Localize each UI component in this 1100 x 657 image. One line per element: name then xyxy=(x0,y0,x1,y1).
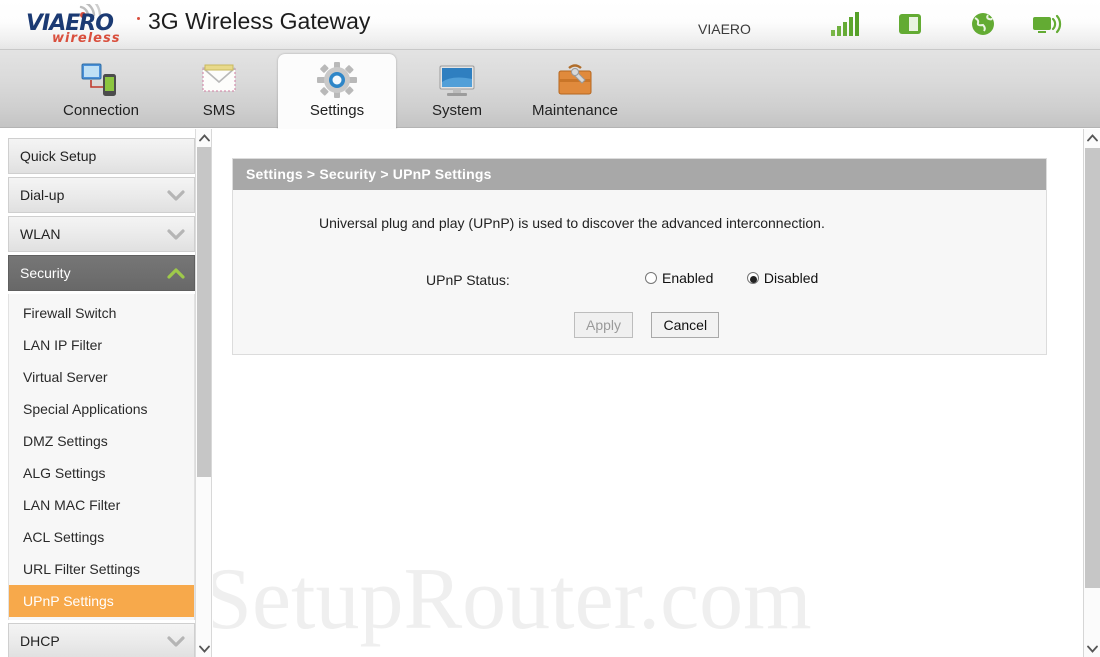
tab-maintenance[interactable]: Maintenance xyxy=(516,54,634,128)
toolbox-icon xyxy=(553,60,597,100)
sidebar-item-special-applications[interactable]: Special Applications xyxy=(9,393,194,425)
viaero-logo: VIAERO wireless xyxy=(26,4,144,46)
chevron-up-icon xyxy=(199,133,210,141)
content-scrollbar[interactable] xyxy=(1083,129,1100,657)
radio-label-disabled: Disabled xyxy=(763,270,819,286)
panel-body: Universal plug and play (UPnP) is used t… xyxy=(233,190,1046,354)
chevron-down-icon xyxy=(167,229,185,240)
sidebar-subitems-security: Firewall Switch LAN IP Filter Virtual Se… xyxy=(8,294,195,620)
sidebar-group-dhcp-label: DHCP xyxy=(20,633,60,649)
radio-option-enabled[interactable]: Enabled xyxy=(645,270,713,286)
tab-sms[interactable]: SMS xyxy=(160,54,278,128)
sidebar-group-dial-up-label: Dial-up xyxy=(20,187,65,203)
sidebar-scroll-thumb[interactable] xyxy=(197,147,212,477)
devices-icon xyxy=(79,60,123,100)
sidebar-group-quick-setup-label: Quick Setup xyxy=(20,148,97,164)
sim-card-icon xyxy=(899,14,921,34)
globe-icon xyxy=(972,13,994,35)
logo-tagline: wireless xyxy=(52,31,121,46)
chevron-down-icon xyxy=(167,190,185,201)
radio-label-enabled: Enabled xyxy=(662,270,714,286)
upnp-status-radio-group: Enabled Disabled xyxy=(645,270,847,288)
sidebar-group-wlan[interactable]: WLAN xyxy=(8,216,195,252)
radio-dot-disabled xyxy=(746,272,759,284)
sidebar-item-label: LAN IP Filter xyxy=(23,337,103,353)
gear-icon xyxy=(315,60,359,100)
tab-sms-label: SMS xyxy=(202,102,236,119)
monitor-icon xyxy=(435,60,479,100)
content-scroll-down-button[interactable] xyxy=(1084,640,1100,657)
sidebar-group-dial-up[interactable]: Dial-up xyxy=(8,177,195,213)
breadcrumb: Settings > Security > UPnP Settings xyxy=(233,159,1046,190)
status-icon-tray xyxy=(828,8,1068,42)
upnp-description: Universal plug and play (UPnP) is used t… xyxy=(319,215,825,231)
upnp-status-label: UPnP Status: xyxy=(426,272,510,288)
sidebar-item-virtual-server[interactable]: Virtual Server xyxy=(9,361,194,393)
sidebar-scrollbar[interactable] xyxy=(195,129,212,657)
tab-connection[interactable]: Connection xyxy=(42,54,160,128)
sidebar-item-url-filter-settings[interactable]: URL Filter Settings xyxy=(9,553,194,585)
envelope-icon xyxy=(197,60,241,100)
main-nav: Connection SMS Settings System Maintenan… xyxy=(0,50,1100,167)
upnp-settings-panel: Settings > Security > UPnP Settings Univ… xyxy=(232,158,1047,355)
apply-button[interactable]: Apply xyxy=(574,312,634,338)
sidebar-item-label: ACL Settings xyxy=(23,529,105,545)
chevron-down-icon xyxy=(1087,645,1098,653)
radio-option-disabled[interactable]: Disabled xyxy=(746,270,819,286)
sidebar-content-divider xyxy=(211,129,212,657)
sidebar-item-label: Firewall Switch xyxy=(23,305,117,321)
tab-settings[interactable]: Settings xyxy=(278,54,396,130)
sidebar-group-security[interactable]: Security xyxy=(8,255,195,291)
sidebar-group-dhcp[interactable]: DHCP xyxy=(8,623,195,657)
carrier-label: VIAERO xyxy=(698,21,751,37)
chevron-down-icon xyxy=(167,636,185,647)
sidebar-item-label: DMZ Settings xyxy=(23,433,108,449)
sidebar-item-label: ALG Settings xyxy=(23,465,106,481)
radio-dot-enabled xyxy=(645,272,657,284)
sidebar-item-lan-mac-filter[interactable]: LAN MAC Filter xyxy=(9,489,194,521)
sidebar-item-label: LAN MAC Filter xyxy=(23,497,121,513)
content-scroll-thumb[interactable] xyxy=(1085,148,1100,588)
sidebar-item-label: Special Applications xyxy=(23,401,148,417)
sidebar-item-dmz-settings[interactable]: DMZ Settings xyxy=(9,425,194,457)
page-title: 3G Wireless Gateway xyxy=(148,8,371,34)
panel-button-row: Apply Cancel xyxy=(574,312,733,338)
chevron-up-icon xyxy=(167,268,185,279)
tab-settings-label: Settings xyxy=(309,102,365,119)
sidebar-group-security-label: Security xyxy=(20,265,71,281)
sidebar-group-wlan-label: WLAN xyxy=(20,226,61,242)
signal-bars-icon xyxy=(831,12,859,36)
content-area: SetupRouter.com Settings > Security > UP… xyxy=(213,129,1083,657)
tab-system[interactable]: System xyxy=(398,54,516,128)
site-watermark: SetupRouter.com xyxy=(213,551,812,648)
tab-system-label: System xyxy=(431,102,482,119)
sidebar: Quick Setup Dial-up WLAN Security Firewa… xyxy=(0,129,195,657)
router-admin-page: VIAERO wireless 3G Wireless Gateway VIAE… xyxy=(0,0,1100,657)
cancel-button[interactable]: Cancel xyxy=(651,312,720,338)
chevron-up-icon xyxy=(1087,133,1098,141)
tab-connection-label: Connection xyxy=(63,102,139,119)
chevron-down-icon xyxy=(199,645,210,653)
logo-registered-dot xyxy=(137,17,140,20)
sidebar-item-upnp-settings[interactable]: UPnP Settings xyxy=(9,585,194,617)
sidebar-item-alg-settings[interactable]: ALG Settings xyxy=(9,457,194,489)
content-scroll-up-button[interactable] xyxy=(1084,129,1100,146)
sidebar-item-acl-settings[interactable]: ACL Settings xyxy=(9,521,194,553)
sidebar-group-quick-setup[interactable]: Quick Setup xyxy=(8,138,195,174)
wifi-broadcast-icon xyxy=(1033,14,1062,34)
sidebar-item-label: UPnP Settings xyxy=(23,593,114,609)
tab-maintenance-label: Maintenance xyxy=(532,102,618,119)
sidebar-item-label: Virtual Server xyxy=(23,369,108,385)
body-region: Quick Setup Dial-up WLAN Security Firewa… xyxy=(0,129,1100,657)
sidebar-item-lan-ip-filter[interactable]: LAN IP Filter xyxy=(9,329,194,361)
brand-header: VIAERO wireless 3G Wireless Gateway VIAE… xyxy=(0,0,1100,50)
sidebar-scrollport: Quick Setup Dial-up WLAN Security Firewa… xyxy=(8,138,195,657)
sidebar-item-label: URL Filter Settings xyxy=(23,561,140,577)
sidebar-item-firewall-switch[interactable]: Firewall Switch xyxy=(9,297,194,329)
